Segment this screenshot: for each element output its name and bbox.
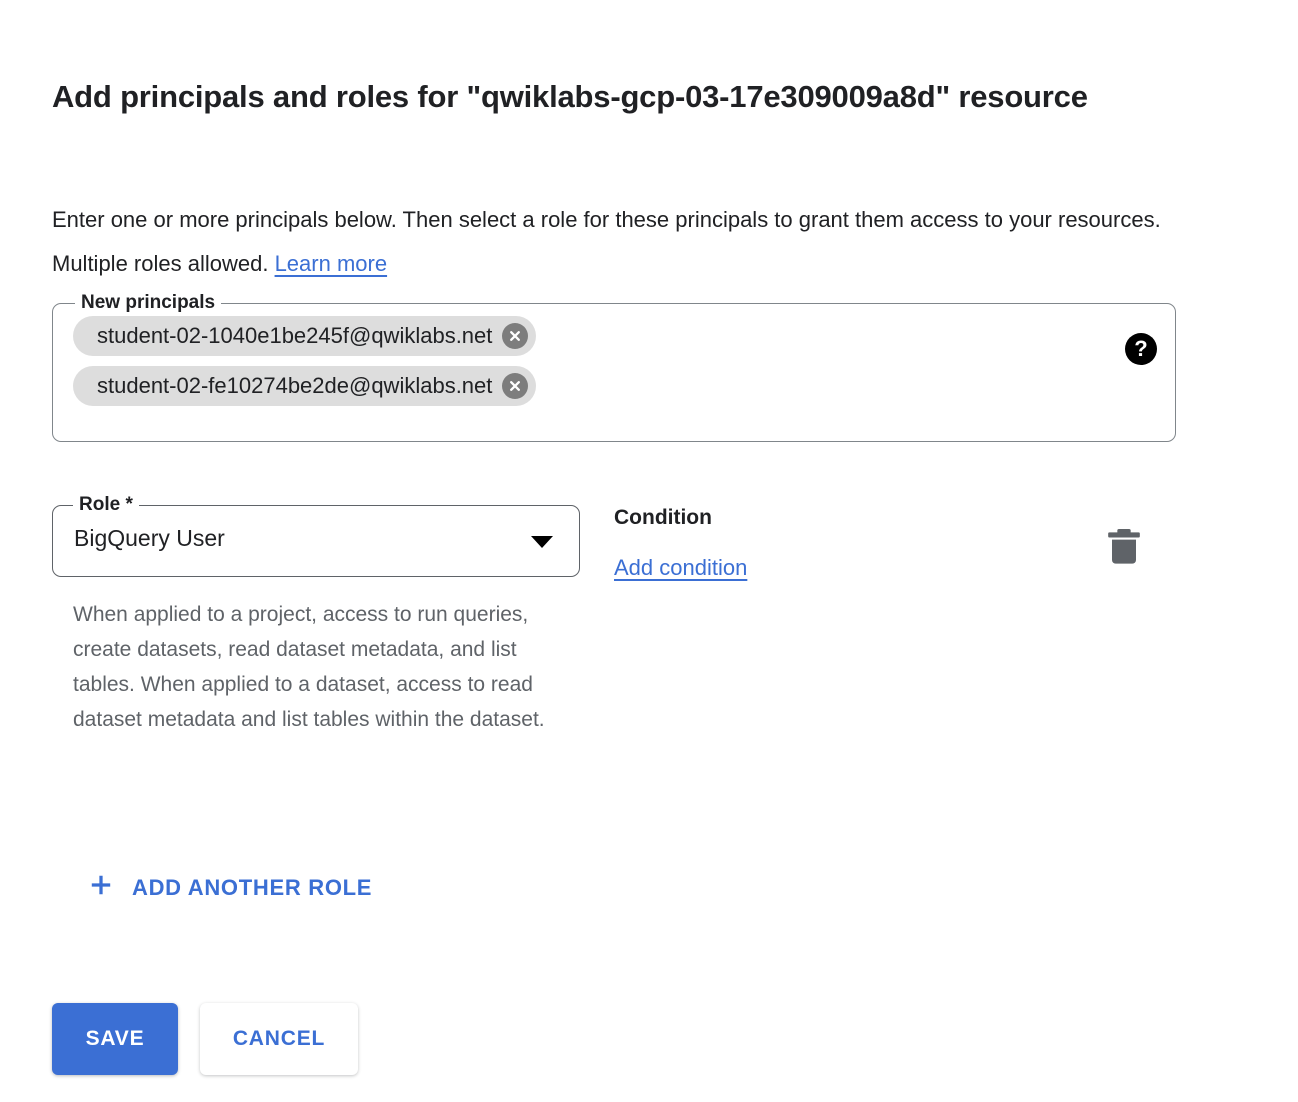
principal-chip-label: student-02-fe10274be2de@qwiklabs.net: [97, 373, 493, 398]
new-principals-label: New principals: [75, 291, 222, 315]
page-title: Add principals and roles for "qwiklabs-g…: [52, 78, 1088, 114]
cancel-button[interactable]: CANCEL: [200, 1003, 358, 1075]
role-select[interactable]: Role * BigQuery User: [52, 493, 580, 577]
principal-chip-label: student-02-1040e1be245f@qwiklabs.net: [97, 323, 493, 348]
close-icon[interactable]: [502, 373, 529, 399]
condition-column: Condition Add condition: [614, 505, 1034, 581]
add-another-role-button[interactable]: ADD ANOTHER ROLE: [80, 866, 380, 910]
help-icon[interactable]: ?: [1125, 333, 1157, 365]
save-button[interactable]: SAVE: [52, 1003, 178, 1075]
dialog-description: Enter one or more principals below. Then…: [52, 198, 1167, 286]
role-selected-value: BigQuery User: [74, 525, 225, 551]
add-condition-link[interactable]: Add condition: [614, 555, 747, 581]
close-icon[interactable]: [502, 323, 529, 349]
role-label: Role *: [73, 493, 139, 517]
principal-chip-list: student-02-1040e1be245f@qwiklabs.net stu…: [73, 316, 537, 406]
dialog-footer: SAVE CANCEL: [52, 1003, 358, 1075]
add-principals-dialog: Add principals and roles for "qwiklabs-g…: [0, 0, 1298, 1102]
learn-more-link[interactable]: Learn more: [275, 251, 388, 276]
condition-label: Condition: [614, 506, 712, 529]
dialog-description-text: Enter one or more principals below. Then…: [52, 207, 1161, 276]
role-description: When applied to a project, access to run…: [73, 603, 545, 731]
principal-chip[interactable]: student-02-1040e1be245f@qwiklabs.net: [73, 316, 537, 356]
chevron-down-icon[interactable]: [531, 536, 553, 548]
trash-icon[interactable]: [1104, 525, 1144, 569]
add-another-role-label: ADD ANOTHER ROLE: [132, 875, 373, 900]
plus-icon: [88, 872, 114, 904]
new-principals-field[interactable]: New principals student-02-1040e1be245f@q…: [52, 291, 1176, 442]
principal-chip[interactable]: student-02-fe10274be2de@qwiklabs.net: [73, 366, 537, 406]
